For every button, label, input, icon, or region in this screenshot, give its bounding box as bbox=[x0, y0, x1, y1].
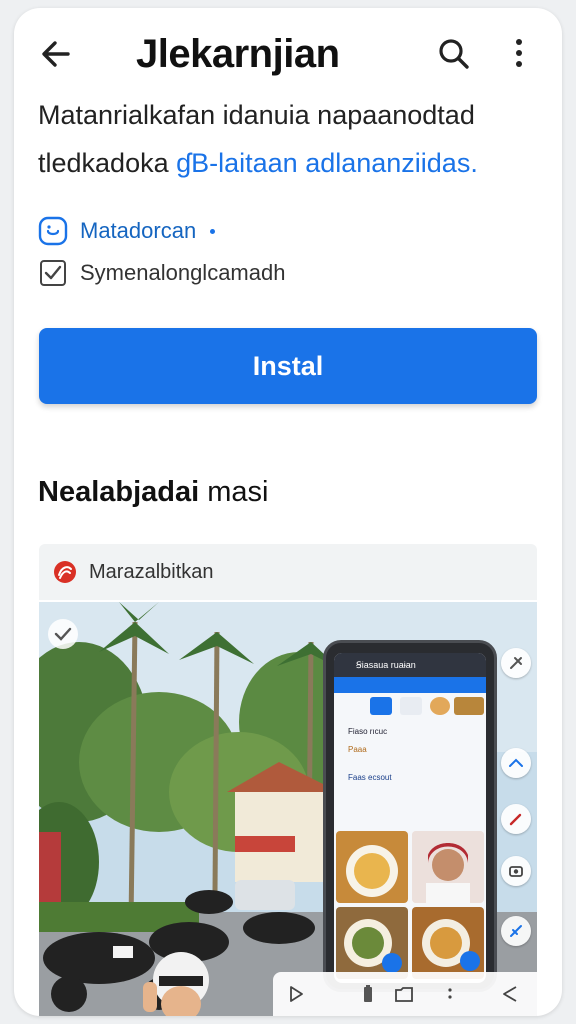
description-line-1: Matanrialkafan idanuia napaanodtad bbox=[38, 100, 475, 130]
description-text: tledkadoka bbox=[38, 148, 177, 178]
phone-text: Fiaso rıcuc bbox=[348, 727, 388, 736]
media-preview[interactable]: Ꞩiasaua ruaɨan Fiaso rıcuc Paaa Faas ecs… bbox=[39, 602, 537, 1016]
pin-icon bbox=[510, 657, 522, 669]
food-photo-art bbox=[346, 845, 398, 897]
food-photo-art bbox=[422, 919, 480, 971]
food-photo bbox=[412, 907, 484, 979]
battery-icon[interactable] bbox=[357, 983, 379, 1005]
section-heading-light: masi bbox=[207, 476, 269, 508]
edit-icon bbox=[509, 813, 522, 826]
ad-label: Marazalbitkan bbox=[89, 560, 214, 583]
side-action-edit[interactable] bbox=[501, 804, 531, 834]
checkbox-row[interactable]: Symenalonglcamadh bbox=[38, 256, 285, 290]
ad-brand-icon bbox=[54, 561, 76, 583]
arrow-left-icon bbox=[42, 41, 70, 67]
section-heading-bold: Nealabjadai bbox=[38, 476, 200, 508]
developer-name: Matadorcan bbox=[80, 218, 197, 243]
app-detail-card: Jlekarnjian Matanrialkafan idanuia napaa… bbox=[14, 8, 562, 1016]
description-link[interactable]: ɠB-laitaan adlananziidas. bbox=[176, 148, 478, 178]
checkbox-label: Symenalonglcamadh bbox=[80, 260, 286, 285]
side-action-pin[interactable] bbox=[501, 648, 531, 678]
app-title: Jlekarnjian bbox=[136, 32, 340, 76]
install-button[interactable]: Instal bbox=[39, 328, 537, 404]
back-button[interactable] bbox=[36, 34, 76, 74]
person-photo-art bbox=[412, 831, 484, 903]
person-photo bbox=[412, 831, 484, 903]
phone-tab bbox=[430, 697, 450, 715]
phone-tab bbox=[454, 697, 484, 715]
phone-tab bbox=[370, 697, 392, 715]
more-options-button[interactable] bbox=[504, 34, 534, 74]
food-photo bbox=[336, 831, 408, 903]
share-icon bbox=[509, 758, 523, 767]
side-action-camera[interactable] bbox=[501, 856, 531, 886]
phone-screen-toolbar bbox=[334, 677, 486, 693]
developer-row[interactable]: Matadorcan bbox=[38, 214, 216, 248]
play-icon[interactable] bbox=[285, 983, 307, 1005]
phone-screen-header: Ꞩiasaua ruaɨan bbox=[334, 653, 486, 677]
back-triangle-icon[interactable] bbox=[499, 983, 521, 1005]
phone-text: Paaa bbox=[348, 745, 367, 754]
camera-icon bbox=[509, 866, 523, 877]
separator-dot bbox=[210, 228, 216, 234]
ad-strip[interactable]: Marazalbitkan bbox=[39, 544, 537, 600]
description-line-2: tledkadoka ɠB-laitaan adlananziidas. bbox=[38, 148, 478, 179]
phone-text: Faas ecsout bbox=[348, 773, 392, 782]
search-button[interactable] bbox=[434, 34, 474, 74]
food-photo bbox=[336, 907, 408, 979]
phone-mockup: Ꞩiasaua ruaɨan Fiaso rıcuc Paaa Faas ecs… bbox=[323, 640, 497, 992]
select-check-button[interactable] bbox=[47, 618, 79, 650]
checkbox-icon[interactable] bbox=[38, 258, 68, 288]
folder-icon[interactable] bbox=[393, 983, 415, 1005]
expand-icon bbox=[510, 925, 522, 937]
app-bar: Jlekarnjian bbox=[14, 8, 562, 100]
phone-tab bbox=[400, 697, 422, 715]
developer-icon bbox=[38, 216, 68, 246]
section-heading: Nealabjadai masi bbox=[38, 476, 268, 509]
side-action-share[interactable] bbox=[501, 748, 531, 778]
more-vert-icon bbox=[516, 39, 522, 67]
check-icon bbox=[48, 619, 78, 649]
search-icon bbox=[439, 39, 469, 69]
more-vert-icon[interactable] bbox=[439, 983, 461, 1005]
media-controls bbox=[273, 972, 537, 1016]
phone-screen: Ꞩiasaua ruaɨan Fiaso rıcuc Paaa Faas ecs… bbox=[334, 653, 486, 983]
food-photo-art bbox=[344, 919, 402, 973]
side-action-expand[interactable] bbox=[501, 916, 531, 946]
